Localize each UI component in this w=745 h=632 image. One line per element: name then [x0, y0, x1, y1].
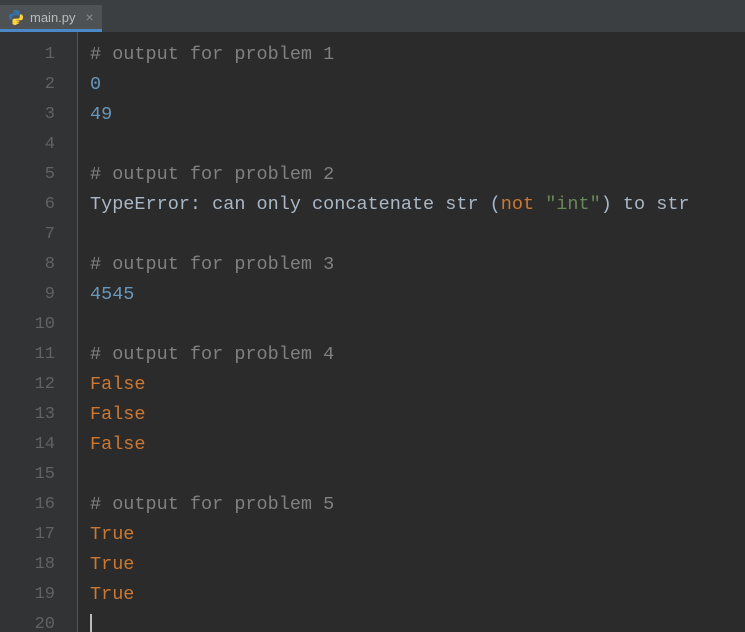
- line-number: 16: [0, 490, 77, 520]
- code-line[interactable]: # output for problem 1: [90, 40, 745, 70]
- python-file-icon: [8, 9, 24, 25]
- code-token: # output for problem 2: [90, 164, 334, 185]
- code-line[interactable]: 0: [90, 70, 745, 100]
- text-caret: [90, 614, 92, 632]
- line-number: 20: [0, 610, 77, 632]
- code-token: True: [90, 524, 134, 545]
- code-token: # output for problem 1: [90, 44, 334, 65]
- code-line[interactable]: # output for problem 3: [90, 250, 745, 280]
- editor-area: 1234567891011121314151617181920 # output…: [0, 32, 745, 632]
- code-line[interactable]: True: [90, 550, 745, 580]
- code-line[interactable]: False: [90, 370, 745, 400]
- code-token: False: [90, 434, 146, 455]
- code-line[interactable]: [90, 610, 745, 632]
- line-number: 11: [0, 340, 77, 370]
- code-line[interactable]: True: [90, 520, 745, 550]
- code-token: ) to str: [601, 194, 690, 215]
- line-number: 9: [0, 280, 77, 310]
- code-token: True: [90, 554, 134, 575]
- tab-bar: main.py ×: [0, 5, 745, 32]
- line-number: 5: [0, 160, 77, 190]
- line-number: 17: [0, 520, 77, 550]
- code-token: 4545: [90, 284, 134, 305]
- line-number-gutter: 1234567891011121314151617181920: [0, 32, 78, 632]
- code-line[interactable]: [90, 310, 745, 340]
- tab-filename: main.py: [30, 10, 76, 25]
- close-icon[interactable]: ×: [86, 10, 94, 24]
- code-line[interactable]: TypeError: can only concatenate str (not…: [90, 190, 745, 220]
- code-line[interactable]: True: [90, 580, 745, 610]
- code-line[interactable]: [90, 460, 745, 490]
- code-token: not: [501, 194, 545, 215]
- code-line[interactable]: False: [90, 430, 745, 460]
- code-line[interactable]: 49: [90, 100, 745, 130]
- code-line[interactable]: # output for problem 4: [90, 340, 745, 370]
- code-line[interactable]: # output for problem 5: [90, 490, 745, 520]
- code-token: False: [90, 374, 146, 395]
- code-token: # output for problem 4: [90, 344, 334, 365]
- line-number: 14: [0, 430, 77, 460]
- code-token: True: [90, 584, 134, 605]
- code-line[interactable]: False: [90, 400, 745, 430]
- code-content[interactable]: # output for problem 1 0 49 # output for pr…: [78, 32, 745, 632]
- code-token: # output for problem 3: [90, 254, 334, 275]
- line-number: 7: [0, 220, 77, 250]
- line-number: 12: [0, 370, 77, 400]
- code-token: 0: [90, 74, 101, 95]
- code-token: 49: [90, 104, 112, 125]
- code-line[interactable]: 4545: [90, 280, 745, 310]
- line-number: 18: [0, 550, 77, 580]
- line-number: 1: [0, 40, 77, 70]
- line-number: 4: [0, 130, 77, 160]
- line-number: 8: [0, 250, 77, 280]
- line-number: 15: [0, 460, 77, 490]
- code-token: "int": [545, 194, 601, 215]
- code-token: # output for problem 5: [90, 494, 334, 515]
- code-line[interactable]: [90, 220, 745, 250]
- file-tab-main-py[interactable]: main.py ×: [0, 5, 102, 32]
- line-number: 2: [0, 70, 77, 100]
- line-number: 3: [0, 100, 77, 130]
- code-line[interactable]: # output for problem 2: [90, 160, 745, 190]
- line-number: 6: [0, 190, 77, 220]
- code-token: TypeError: can only concatenate str (: [90, 194, 501, 215]
- code-token: False: [90, 404, 146, 425]
- line-number: 13: [0, 400, 77, 430]
- code-line[interactable]: [90, 130, 745, 160]
- line-number: 19: [0, 580, 77, 610]
- line-number: 10: [0, 310, 77, 340]
